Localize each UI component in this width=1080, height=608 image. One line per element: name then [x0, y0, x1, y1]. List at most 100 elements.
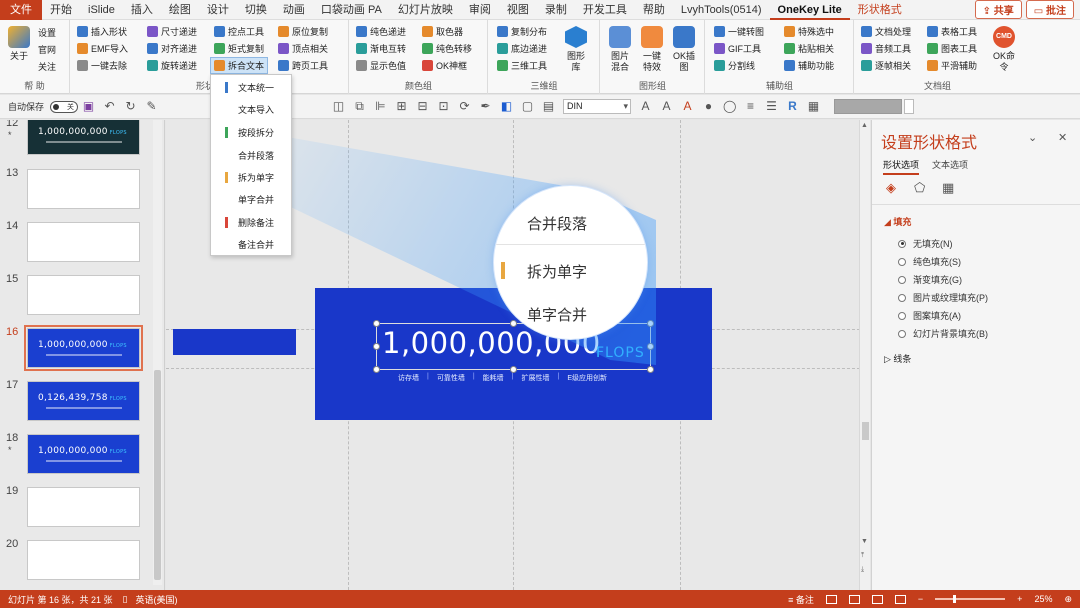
format-painter-icon[interactable]: ✎: [145, 100, 158, 113]
insert-shape-button[interactable]: 插入形状: [77, 24, 127, 39]
size-compare-button[interactable]: 尺寸递进: [147, 24, 197, 39]
audio-tool-button[interactable]: 音频工具: [861, 41, 911, 56]
zoom-slider[interactable]: [935, 595, 1006, 603]
slide-thumbnail[interactable]: 0,126,439,758 FLOPS: [27, 381, 140, 421]
rotate-icon[interactable]: ⟳: [458, 100, 471, 113]
menu-item-merge-characters[interactable]: 单字合并: [211, 189, 291, 209]
about-button[interactable]: 关于: [8, 26, 30, 62]
ok-cmd-button[interactable]: CMD OK命令: [993, 26, 1015, 73]
scroll-down-icon[interactable]: ▼: [861, 538, 868, 545]
table-tool-button[interactable]: 表格工具: [927, 24, 977, 39]
eyedropper-icon[interactable]: ✒: [479, 100, 492, 113]
tab-review[interactable]: 审阅: [461, 0, 499, 20]
size-icon[interactable]: ▦: [942, 180, 956, 195]
slide-thumbnail[interactable]: 1,000,000,000 FLOPS: [27, 120, 140, 155]
save-icon[interactable]: ▣: [82, 100, 95, 113]
canvas-scrollbar[interactable]: ▲ ▼ ⤒ ⤓: [859, 120, 870, 590]
base-compare-button[interactable]: 底边递进: [497, 41, 547, 56]
align-compare-button[interactable]: 对齐递进: [147, 41, 197, 56]
gradient-swap-button[interactable]: 渐电互转: [356, 41, 406, 56]
website-button[interactable]: 官网: [38, 42, 56, 57]
resize-handle[interactable]: [373, 366, 380, 373]
pentagon-icon[interactable]: ⬠: [914, 180, 928, 195]
image-mix-button[interactable]: 图片混合: [607, 26, 633, 73]
group-icon[interactable]: ⧉: [353, 100, 366, 113]
tab-developer[interactable]: 开发工具: [575, 0, 635, 20]
language[interactable]: 英语(美国): [135, 593, 177, 606]
small-dropdown[interactable]: [904, 99, 915, 114]
pure-shift-button[interactable]: 纯色转移: [422, 41, 472, 56]
font-grow-icon[interactable]: A: [639, 100, 652, 113]
resize-handle[interactable]: [647, 366, 654, 373]
r-icon[interactable]: R: [786, 100, 799, 113]
scroll-up-icon[interactable]: ▲: [861, 122, 868, 129]
3d-tool-button[interactable]: 三维工具: [497, 58, 547, 73]
emf-import-button[interactable]: EMF导入: [77, 41, 128, 56]
page-related-button[interactable]: 逐帧相关: [861, 58, 911, 73]
slide-thumbnail[interactable]: [27, 222, 140, 262]
font-color-icon[interactable]: A: [681, 100, 694, 113]
text-box-icon[interactable]: ▤: [542, 100, 555, 113]
shape-outline-icon[interactable]: ◯: [723, 100, 736, 113]
picker-button[interactable]: 取色器: [422, 24, 463, 39]
one-click-remove-button[interactable]: 一键去除: [77, 58, 127, 73]
aux-func-button[interactable]: 辅助功能: [784, 58, 834, 73]
split-text-button[interactable]: 拆合文本: [209, 57, 269, 74]
tab-pocket-animation[interactable]: 口袋动画 PA: [313, 0, 390, 20]
comment-button[interactable]: ▭ 批注: [1025, 0, 1074, 19]
bullet-icon[interactable]: ☰: [765, 100, 778, 113]
resize-handle[interactable]: [373, 320, 380, 327]
gray-field[interactable]: [834, 99, 903, 114]
copy-dist-button[interactable]: 复制分布: [497, 24, 547, 39]
tab-insert[interactable]: 插入: [123, 0, 161, 20]
doc-process-button[interactable]: 文档处理: [861, 24, 911, 39]
gif-tool-button[interactable]: GIF工具: [714, 41, 761, 56]
close-icon[interactable]: ✕: [1058, 131, 1067, 144]
file-menu[interactable]: 文件: [0, 0, 42, 20]
slide-thumbnail-selected[interactable]: 1,000,000,000 FLOPS: [24, 325, 143, 371]
slide-thumbnail[interactable]: [27, 275, 140, 315]
shape-fill-icon[interactable]: ●: [702, 100, 715, 113]
center-align-icon[interactable]: ≡: [744, 100, 757, 113]
one-effect-button[interactable]: 一键特效: [639, 26, 665, 73]
spellcheck-icon[interactable]: ▯: [123, 594, 128, 605]
resize-handle[interactable]: [510, 366, 517, 373]
slide-thumbnail[interactable]: 1,000,000,000 FLOPS: [27, 434, 140, 474]
settings-button[interactable]: 设置: [38, 25, 56, 40]
normal-view-icon[interactable]: [825, 594, 837, 604]
ok-frame-button[interactable]: OK神框: [422, 58, 467, 73]
outline-icon[interactable]: ▢: [521, 100, 534, 113]
menu-item-split-paragraph[interactable]: 按段拆分: [211, 122, 291, 142]
slide-thumbnail[interactable]: [27, 169, 140, 209]
tab-view[interactable]: 视图: [499, 0, 537, 20]
slideshow-icon[interactable]: [894, 594, 906, 604]
menu-item-delete-notes[interactable]: 删除备注: [211, 212, 291, 232]
tab-islide[interactable]: iSlide: [80, 0, 123, 20]
reading-view-icon[interactable]: [871, 594, 883, 604]
show-color-button[interactable]: 显示色值: [356, 58, 406, 73]
fit-slide-icon[interactable]: ⊕: [1064, 594, 1072, 605]
autosave-toggle[interactable]: 关: [50, 100, 79, 113]
tab-animations[interactable]: 动画: [275, 0, 313, 20]
control-tool-button[interactable]: 控点工具: [214, 24, 264, 39]
ok-img-button[interactable]: OK插图: [671, 26, 697, 73]
menu-item-merge-paragraph[interactable]: 合并段落: [211, 145, 291, 165]
arrange-icon[interactable]: ⊡: [437, 100, 450, 113]
menu-item-merge-notes[interactable]: 备注合并: [211, 234, 291, 254]
tab-text-options[interactable]: 文本选项: [932, 158, 968, 171]
redo-icon[interactable]: ↻: [124, 100, 137, 113]
subtitle-line[interactable]: 访存墙 | 可靠性墙 | 能耗墙 | 扩展性墙 | E级应用创新: [398, 373, 607, 383]
menu-item-text-unify[interactable]: 文本统一: [211, 77, 291, 97]
vertex-related-button[interactable]: 顶点相关: [278, 41, 328, 56]
rotate-compare-button[interactable]: 旋转递进: [147, 58, 197, 73]
picture-fill-radio[interactable]: 图片或纹理填充(P): [898, 291, 988, 304]
menu-item-split-characters[interactable]: 拆为单字: [211, 167, 291, 187]
shape-lib-button[interactable]: 图形库: [565, 26, 587, 73]
next-page-icon[interactable]: ⤓: [861, 566, 864, 574]
origin-copy-button[interactable]: 原位复制: [278, 24, 328, 39]
tab-home[interactable]: 开始: [42, 0, 80, 20]
slide-thumbnail[interactable]: [27, 487, 140, 527]
offslide-bar[interactable]: [173, 329, 296, 355]
gradient-fill-radio[interactable]: 渐变填充(G): [898, 273, 962, 286]
chart-tool-button[interactable]: 图表工具: [927, 41, 977, 56]
